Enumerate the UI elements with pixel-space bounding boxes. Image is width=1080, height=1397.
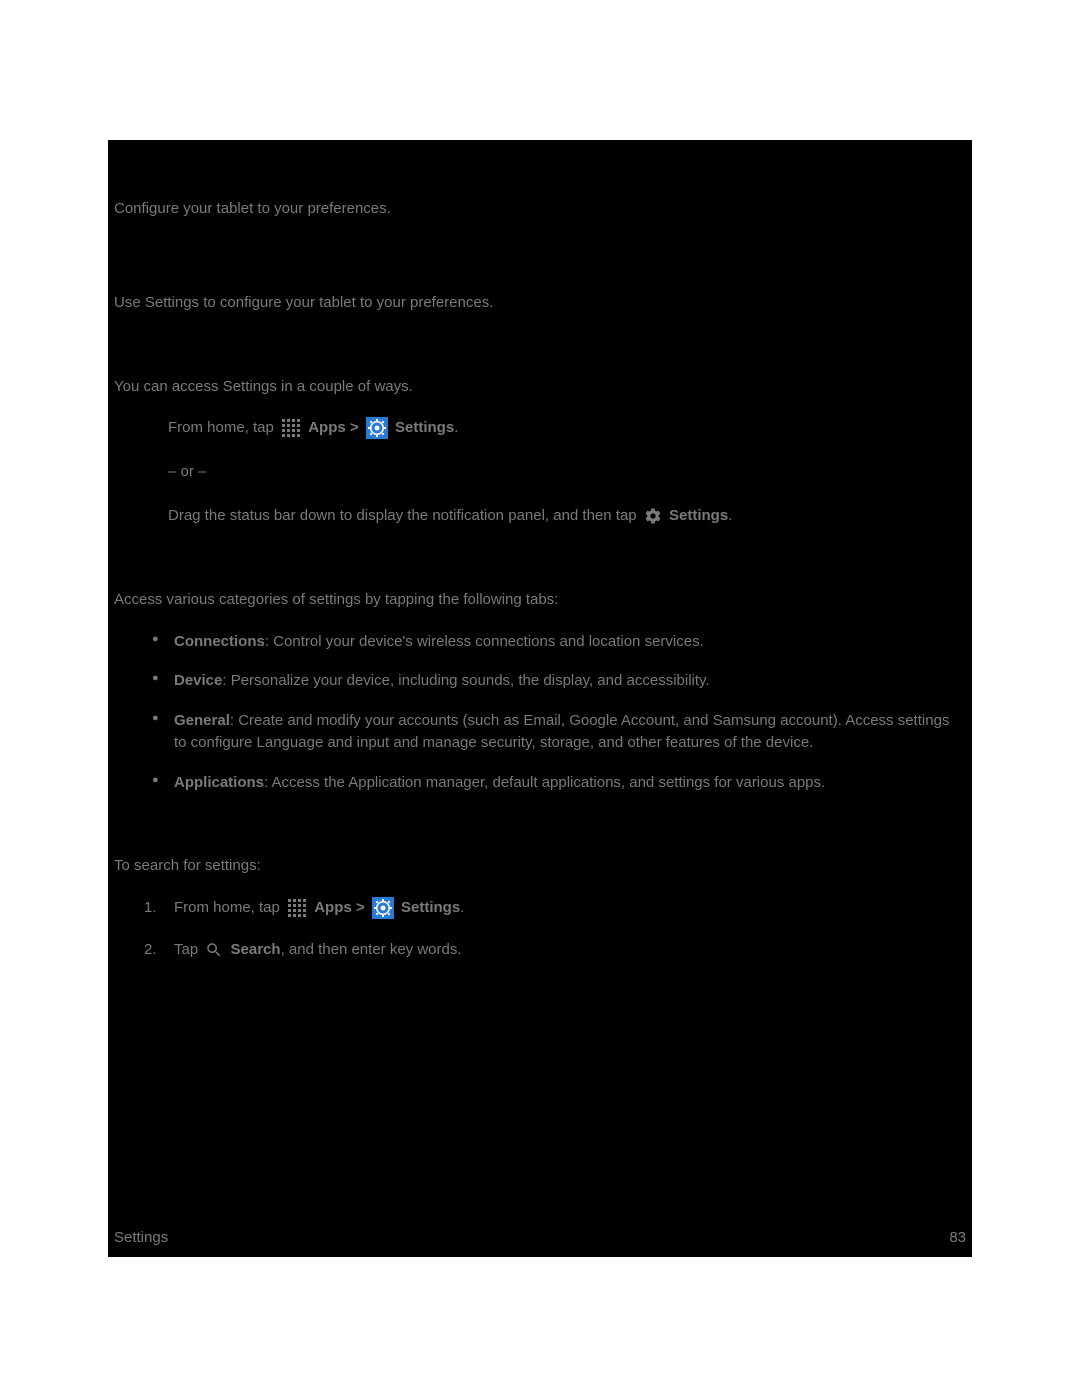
settings-label-2: Settings xyxy=(669,507,728,524)
period-3: . xyxy=(460,899,464,916)
heading-access: Access Settings xyxy=(114,338,966,360)
category-term: Applications xyxy=(174,774,264,791)
category-desc: : Access the Application manager, defaul… xyxy=(264,774,825,791)
list-item: Applications: Access the Application man… xyxy=(114,772,966,794)
category-desc: : Personalize your device, including sou… xyxy=(222,672,709,689)
settings-gear-icon xyxy=(644,507,662,525)
search-steps: From home, tap Apps > xyxy=(114,897,966,961)
access-text: You can access Settings in a couple of w… xyxy=(114,376,966,398)
gt-separator: > xyxy=(350,419,363,436)
category-desc: : Create and modify your accounts (such … xyxy=(174,712,949,751)
settings-gear-blue-icon xyxy=(366,417,388,439)
settings-label-3: Settings xyxy=(401,899,460,916)
list-item: Device: Personalize your device, includi… xyxy=(114,670,966,692)
apps-grid-icon xyxy=(287,898,307,918)
list-item: General: Create and modify your accounts… xyxy=(114,710,966,754)
access-step-2: Drag the status bar down to display the … xyxy=(168,505,966,527)
search-step2-pre: Tap xyxy=(174,941,202,958)
access-step-1: From home, tap Apps > xyxy=(168,417,966,439)
heading-overview: Settings Overview xyxy=(114,246,966,274)
apps-label: Apps xyxy=(308,419,346,436)
search-step-1: From home, tap Apps > xyxy=(114,897,966,919)
intro-text: Configure your tablet to your preference… xyxy=(114,198,966,220)
footer-left: Settings xyxy=(114,1227,168,1249)
period-2: . xyxy=(728,507,732,524)
access-step1-pre: From home, tap xyxy=(168,419,278,436)
categories-list: Connections: Control your device's wirel… xyxy=(114,631,966,794)
period: . xyxy=(454,419,458,436)
page-content: Settings Configure your tablet to your p… xyxy=(108,140,972,961)
category-term: Connections xyxy=(174,633,265,650)
document-page: Settings Configure your tablet to your p… xyxy=(108,140,972,1257)
apps-grid-icon xyxy=(281,418,301,438)
heading-search: Searching for Settings xyxy=(114,817,966,839)
search-step-2: Tap Search, and then enter key words. xyxy=(114,939,966,961)
apps-label-2: Apps xyxy=(314,899,352,916)
or-separator: – or – xyxy=(168,461,966,483)
search-step2-post: , and then enter key words. xyxy=(281,941,462,958)
access-step2-pre: Drag the status bar down to display the … xyxy=(168,507,641,524)
category-desc: : Control your device's wireless connect… xyxy=(265,633,704,650)
search-text: To search for settings: xyxy=(114,855,966,877)
settings-gear-blue-icon xyxy=(372,897,394,919)
heading-settings: Settings xyxy=(114,144,966,180)
gt-separator-2: > xyxy=(356,899,369,916)
category-term: Device xyxy=(174,672,222,689)
search-icon xyxy=(205,941,223,959)
search-label: Search xyxy=(231,941,281,958)
footer-page-number: 83 xyxy=(949,1227,966,1249)
settings-label: Settings xyxy=(395,419,454,436)
list-item: Connections: Control your device's wirel… xyxy=(114,631,966,653)
search-step1-pre: From home, tap xyxy=(174,899,284,916)
heading-categories: Settings Categories xyxy=(114,551,966,573)
category-term: General xyxy=(174,712,230,729)
categories-text: Access various categories of settings by… xyxy=(114,589,966,611)
page-footer: Settings 83 xyxy=(114,1227,966,1249)
overview-text: Use Settings to configure your tablet to… xyxy=(114,292,966,314)
